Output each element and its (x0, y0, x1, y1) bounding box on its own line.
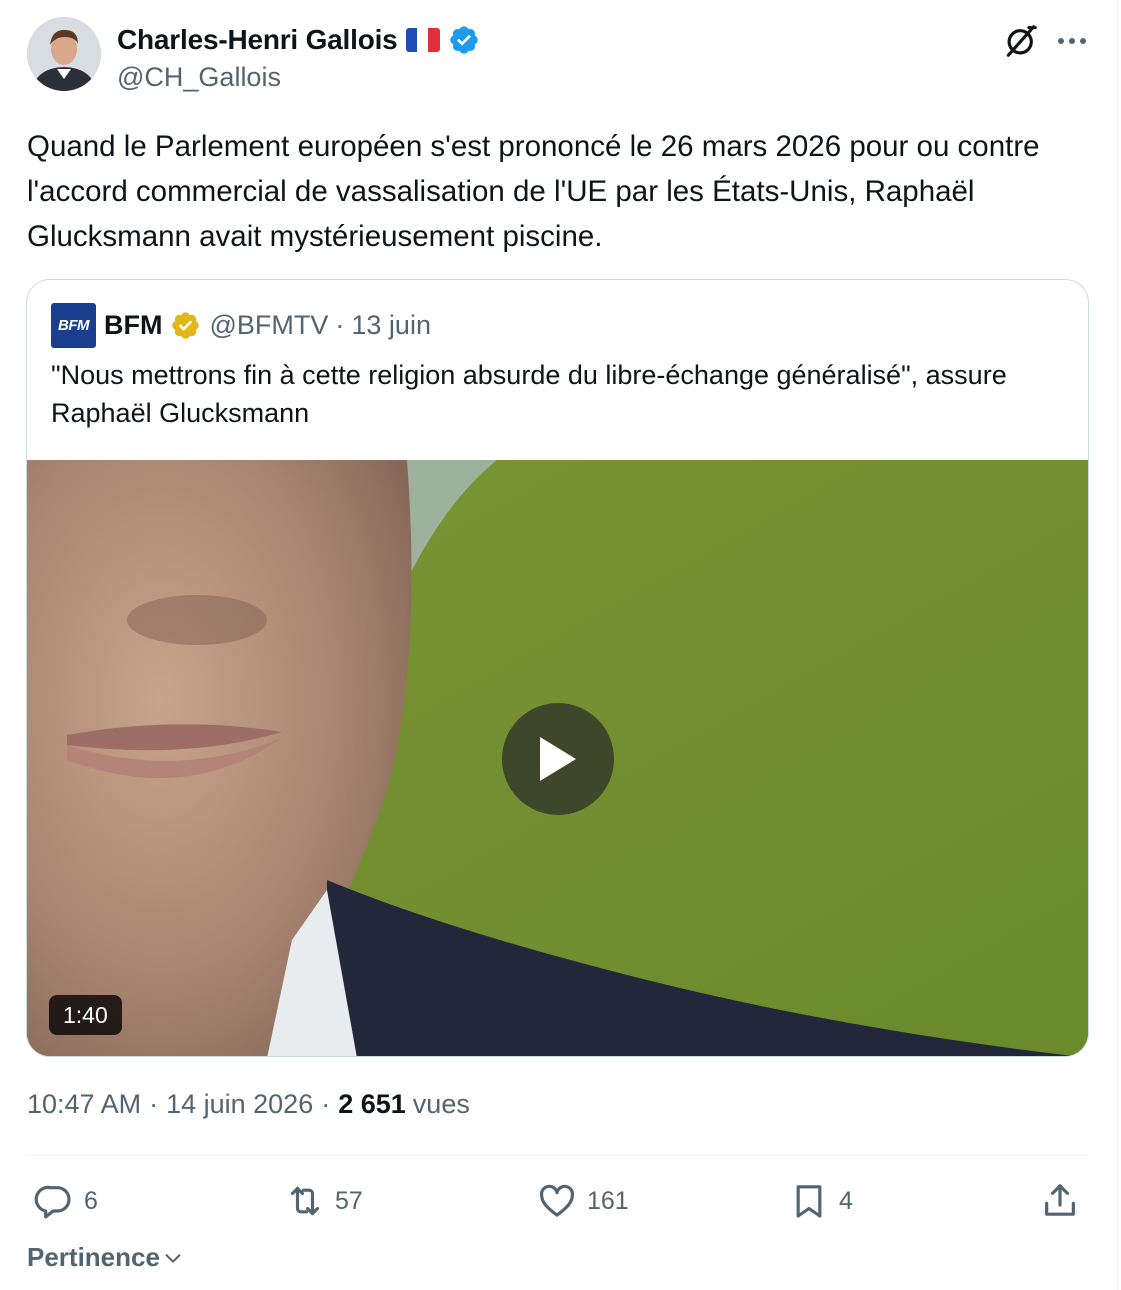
gold-verified-badge-icon[interactable] (170, 310, 201, 341)
post-date[interactable]: 14 juin 2026 (166, 1089, 313, 1120)
post-meta: 10:47 AM · 14 juin 2026 · 2 651 vues (27, 1089, 470, 1120)
author-handle[interactable]: @CH_Gallois (117, 62, 281, 93)
repost-icon (290, 1186, 320, 1216)
play-button[interactable] (502, 703, 614, 815)
video-player[interactable]: 1:40 (27, 460, 1088, 1056)
quoted-author-handle[interactable]: @BFMTV (209, 310, 328, 341)
quoted-date[interactable]: 13 juin (351, 310, 431, 341)
like-button[interactable]: 161 (537, 1178, 629, 1224)
bfm-logo-avatar[interactable]: BFM (51, 302, 96, 348)
sort-replies-dropdown[interactable]: Pertinence (27, 1242, 184, 1273)
bookmark-icon (796, 1185, 822, 1218)
more-dots-icon (1058, 38, 1086, 44)
quoted-separator: · (335, 309, 345, 340)
author-avatar[interactable] (27, 17, 101, 91)
quoted-author-name[interactable]: BFM (104, 310, 162, 341)
more-options-button[interactable] (1050, 20, 1094, 62)
video-duration-badge: 1:40 (49, 995, 122, 1035)
heart-icon (539, 1184, 575, 1217)
sort-label: Pertinence (27, 1242, 160, 1272)
reply-icon (34, 1185, 71, 1219)
author-name[interactable]: Charles-Henri Gallois (117, 24, 398, 56)
views-label: vues (412, 1089, 470, 1119)
grok-button[interactable] (1000, 20, 1042, 62)
author-name-row: Charles-Henri Gallois (117, 22, 480, 58)
like-count: 161 (587, 1186, 629, 1215)
reply-count: 6 (84, 1186, 98, 1215)
meta-separator: · (149, 1089, 159, 1119)
actions-divider (26, 1155, 1089, 1156)
repost-count: 57 (335, 1186, 363, 1215)
quoted-post-text: "Nous mettrons fin à cette religion absu… (51, 360, 1007, 428)
bookmark-button[interactable]: 4 (789, 1178, 853, 1224)
post-text: Quand le Parlement européen s'est pronon… (27, 130, 1040, 253)
column-divider (1117, 0, 1118, 1290)
share-button[interactable] (1038, 1178, 1082, 1222)
reply-button[interactable]: 6 (34, 1178, 98, 1224)
france-flag-icon (405, 28, 440, 52)
play-icon (540, 737, 576, 781)
repost-button[interactable]: 57 (285, 1178, 363, 1224)
views-count: 2 651 (338, 1089, 406, 1119)
quoted-post-card[interactable]: BFM BFM @BFMTV · 13 juin "Nous mettrons … (26, 279, 1089, 1057)
verified-badge-icon[interactable] (448, 24, 480, 56)
chevron-down-icon (165, 1253, 181, 1263)
quoted-post-header: BFM BFM @BFMTV · 13 juin (51, 302, 431, 348)
post-time[interactable]: 10:47 AM (27, 1089, 141, 1120)
share-icon (1045, 1184, 1075, 1216)
grok-icon (1006, 25, 1037, 57)
meta-separator: · (321, 1089, 331, 1119)
bookmark-count: 4 (839, 1186, 853, 1215)
